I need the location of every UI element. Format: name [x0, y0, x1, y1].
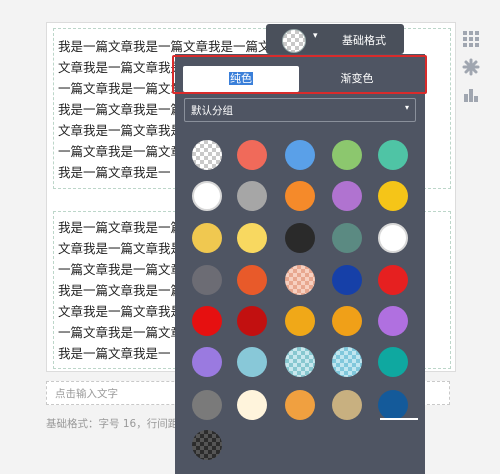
current-color-swatch[interactable] — [282, 29, 306, 53]
text-line: 我是一篇文章我是一 — [58, 346, 171, 361]
color-swatch[interactable] — [285, 306, 315, 336]
side-toolbar — [462, 30, 480, 114]
color-swatch[interactable] — [237, 390, 267, 420]
color-swatch[interactable] — [332, 223, 362, 253]
color-swatch[interactable] — [332, 306, 362, 336]
chevron-down-icon: ▾ — [404, 103, 409, 112]
color-swatch[interactable] — [285, 265, 315, 295]
color-swatch[interactable] — [192, 390, 222, 420]
color-swatch[interactable] — [332, 265, 362, 295]
color-swatch[interactable] — [378, 265, 408, 295]
format-info: 基础格式：字号 16，行间距 — [46, 418, 179, 430]
color-swatch[interactable] — [192, 265, 222, 295]
chevron-down-icon[interactable]: ▾ — [313, 31, 318, 41]
color-swatch[interactable] — [192, 181, 222, 211]
color-swatch[interactable] — [237, 265, 267, 295]
color-swatch[interactable] — [378, 390, 408, 420]
color-swatch[interactable] — [285, 390, 315, 420]
color-swatch[interactable] — [378, 140, 408, 170]
color-swatch[interactable] — [237, 306, 267, 336]
color-swatch[interactable] — [237, 223, 267, 253]
color-swatch[interactable] — [285, 181, 315, 211]
color-swatch[interactable] — [192, 223, 222, 253]
bar-chart-icon[interactable] — [462, 86, 480, 104]
color-swatch[interactable] — [192, 306, 222, 336]
color-swatch[interactable] — [192, 347, 222, 377]
highlight-box — [172, 55, 427, 94]
color-swatch[interactable] — [285, 347, 315, 377]
color-swatch[interactable] — [237, 347, 267, 377]
color-swatch[interactable] — [237, 181, 267, 211]
color-swatch[interactable] — [378, 347, 408, 377]
color-swatch[interactable] — [237, 140, 267, 170]
text-line: 我是一篇文章我是一 — [58, 165, 171, 180]
gear-icon[interactable] — [462, 58, 480, 76]
color-swatch[interactable] — [378, 223, 408, 253]
color-swatch[interactable] — [192, 430, 222, 460]
color-group-select[interactable]: 默认分组 ▾ — [184, 98, 416, 122]
selection-underline — [380, 418, 418, 420]
format-toolbar: ▾ 基础格式 — [266, 24, 404, 54]
color-swatch[interactable] — [192, 140, 222, 170]
color-swatch[interactable] — [332, 181, 362, 211]
group-select-value: 默认分组 — [191, 105, 233, 117]
apps-grid-icon[interactable] — [462, 30, 480, 48]
color-swatch[interactable] — [332, 347, 362, 377]
color-swatch[interactable] — [378, 306, 408, 336]
color-swatch[interactable] — [285, 140, 315, 170]
basic-format-button[interactable]: 基础格式 — [342, 32, 386, 48]
color-swatch[interactable] — [332, 390, 362, 420]
color-swatch[interactable] — [378, 181, 408, 211]
color-swatch[interactable] — [285, 223, 315, 253]
color-swatch[interactable] — [332, 140, 362, 170]
